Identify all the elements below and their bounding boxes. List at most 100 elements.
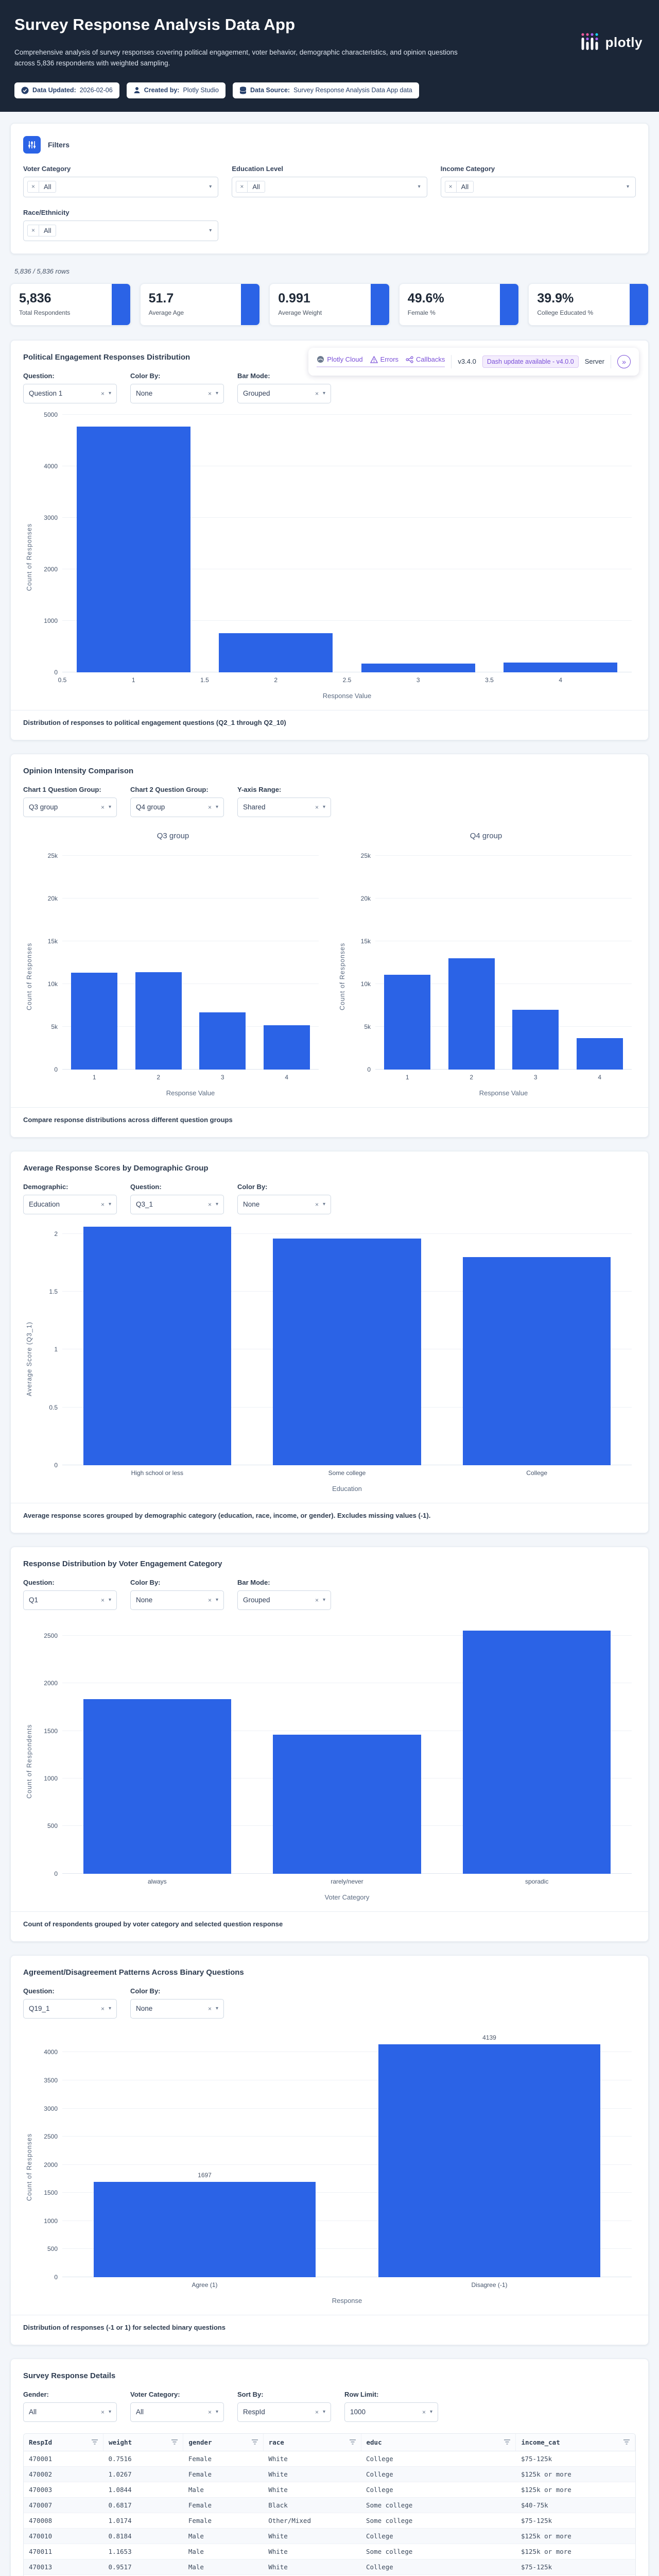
clear-icon[interactable]: × bbox=[422, 2409, 426, 2416]
clear-icon[interactable]: × bbox=[101, 2409, 105, 2416]
filter-dropdown-race-ethnicity[interactable]: × All ▾ bbox=[23, 220, 219, 241]
bar[interactable] bbox=[448, 958, 495, 1070]
dropdown-color-by[interactable]: None × ▾ bbox=[130, 1590, 224, 1610]
filter-dropdown-income-category[interactable]: × All ▾ bbox=[440, 176, 636, 197]
bar[interactable] bbox=[361, 664, 475, 672]
clear-icon[interactable]: × bbox=[208, 1597, 212, 1604]
dropdown-bar-mode[interactable]: Grouped × ▾ bbox=[237, 383, 331, 403]
bar[interactable] bbox=[135, 972, 182, 1070]
chevron-down-icon[interactable]: ▾ bbox=[323, 2409, 325, 2415]
chevron-down-icon[interactable]: ▾ bbox=[216, 2006, 218, 2011]
clear-icon[interactable]: × bbox=[101, 1201, 105, 1208]
chevron-down-icon[interactable]: ▾ bbox=[323, 1201, 325, 1207]
clear-icon[interactable]: × bbox=[208, 1201, 212, 1208]
clear-icon[interactable]: × bbox=[101, 390, 105, 397]
filter-dropdown-education-level[interactable]: × All ▾ bbox=[232, 176, 427, 197]
bar[interactable] bbox=[83, 1227, 232, 1465]
dropdown-color-by[interactable]: None × ▾ bbox=[237, 1194, 331, 1214]
chevron-down-icon[interactable]: ▾ bbox=[430, 2409, 432, 2415]
clear-icon[interactable]: × bbox=[101, 2005, 105, 2012]
plotly-cloud-button[interactable]: Plotly Cloud bbox=[317, 355, 363, 363]
filter-dropdown-voter-category[interactable]: × All ▾ bbox=[23, 176, 219, 197]
chevron-down-icon[interactable]: ▾ bbox=[216, 804, 218, 810]
clear-icon[interactable]: × bbox=[315, 2409, 319, 2416]
clear-icon[interactable]: × bbox=[445, 181, 457, 193]
bar[interactable] bbox=[199, 1012, 246, 1070]
filter-icon[interactable] bbox=[251, 2439, 258, 2445]
dropdown-demographic[interactable]: Education × ▾ bbox=[23, 1194, 117, 1214]
column-header-race[interactable]: race bbox=[263, 2433, 361, 2451]
dropdown-gender[interactable]: All × ▾ bbox=[23, 2402, 117, 2422]
filter-icon[interactable] bbox=[91, 2439, 98, 2445]
bar[interactable] bbox=[512, 1009, 559, 1070]
table-row[interactable]: 470011 1.1653 Male White Some college $125k o… bbox=[24, 2544, 635, 2560]
chevron-down-icon[interactable]: ▾ bbox=[627, 184, 629, 190]
clear-icon[interactable]: × bbox=[208, 2409, 212, 2416]
table-row[interactable]: 470013 0.9517 Male White College $75-125k bbox=[24, 2559, 635, 2575]
column-header-respid[interactable]: RespId bbox=[24, 2433, 103, 2451]
table-row[interactable]: 470007 0.6817 Female Black Some college $40-7… bbox=[24, 2497, 635, 2513]
table-row[interactable]: 470002 1.0267 Female White College $125k or m… bbox=[24, 2466, 635, 2482]
dropdown-sort-by[interactable]: RespId × ▾ bbox=[237, 2402, 331, 2422]
dropdown-question[interactable]: Question 1 × ▾ bbox=[23, 383, 117, 403]
chevron-down-icon[interactable]: ▾ bbox=[109, 2409, 111, 2415]
chevron-down-icon[interactable]: ▾ bbox=[216, 391, 218, 396]
filter-icon[interactable] bbox=[504, 2439, 511, 2445]
clear-icon[interactable]: × bbox=[315, 804, 319, 811]
dropdown-y-axis-range[interactable]: Shared × ▾ bbox=[237, 797, 331, 817]
clear-icon[interactable]: × bbox=[315, 390, 319, 397]
clear-icon[interactable]: × bbox=[208, 2005, 212, 2012]
dash-update-pill[interactable]: Dash update available - v4.0.0 bbox=[482, 355, 579, 368]
chevron-down-icon[interactable]: ▾ bbox=[109, 391, 111, 396]
clear-icon[interactable]: × bbox=[236, 181, 248, 193]
dropdown-bar-mode[interactable]: Grouped × ▾ bbox=[237, 1590, 331, 1610]
errors-button[interactable]: Errors bbox=[370, 355, 398, 363]
chevron-down-icon[interactable]: ▾ bbox=[109, 2006, 111, 2011]
bar[interactable] bbox=[462, 1257, 611, 1465]
clear-icon[interactable]: × bbox=[208, 390, 212, 397]
bar[interactable] bbox=[462, 1631, 611, 1874]
bar[interactable] bbox=[273, 1734, 421, 1874]
chevron-down-icon[interactable]: ▾ bbox=[209, 184, 212, 190]
dropdown-color-by[interactable]: None × ▾ bbox=[130, 383, 224, 403]
table-row[interactable]: 470008 1.0174 Female Other/Mixed Some colleg… bbox=[24, 2513, 635, 2529]
collapse-toolbar-button[interactable]: » bbox=[617, 354, 631, 368]
bar[interactable] bbox=[384, 974, 431, 1070]
chevron-down-icon[interactable]: ▾ bbox=[216, 2409, 218, 2415]
dropdown-voter-category[interactable]: All × ▾ bbox=[130, 2402, 224, 2422]
dropdown-chart-2-question-group[interactable]: Q4 group × ▾ bbox=[130, 797, 224, 817]
bar[interactable] bbox=[504, 662, 618, 672]
dropdown-color-by[interactable]: None × ▾ bbox=[130, 1998, 224, 2019]
dropdown-question[interactable]: Q1 × ▾ bbox=[23, 1590, 117, 1610]
clear-icon[interactable]: × bbox=[315, 1201, 319, 1208]
bar[interactable] bbox=[273, 1238, 421, 1465]
chevron-down-icon[interactable]: ▾ bbox=[418, 184, 421, 190]
clear-icon[interactable]: × bbox=[315, 1597, 319, 1604]
filter-icon[interactable] bbox=[171, 2439, 178, 2445]
column-header-income-cat[interactable]: income_cat bbox=[515, 2433, 635, 2451]
bar[interactable] bbox=[219, 633, 333, 672]
column-header-gender[interactable]: gender bbox=[183, 2433, 264, 2451]
column-header-educ[interactable]: educ bbox=[361, 2433, 516, 2451]
chevron-down-icon[interactable]: ▾ bbox=[109, 804, 111, 810]
table-row[interactable]: 470003 1.0844 Male White College $125k or mor… bbox=[24, 2482, 635, 2498]
filter-icon[interactable] bbox=[349, 2439, 356, 2445]
clear-icon[interactable]: × bbox=[101, 804, 105, 811]
chevron-down-icon[interactable]: ▾ bbox=[323, 1597, 325, 1603]
dropdown-row-limit[interactable]: 1000 × ▾ bbox=[344, 2402, 438, 2422]
table-row[interactable]: 470010 0.8184 Male White College $125k or mor… bbox=[24, 2528, 635, 2544]
column-header-weight[interactable]: weight bbox=[103, 2433, 184, 2451]
clear-icon[interactable]: × bbox=[28, 181, 40, 193]
bar[interactable] bbox=[76, 426, 190, 672]
bar[interactable] bbox=[576, 1038, 623, 1070]
chevron-down-icon[interactable]: ▾ bbox=[323, 391, 325, 396]
bar[interactable] bbox=[263, 1025, 310, 1070]
clear-icon[interactable]: × bbox=[28, 225, 40, 236]
bar[interactable] bbox=[71, 973, 118, 1070]
clear-icon[interactable]: × bbox=[208, 804, 212, 811]
chevron-down-icon[interactable]: ▾ bbox=[323, 804, 325, 810]
bar[interactable] bbox=[93, 2181, 316, 2277]
clear-icon[interactable]: × bbox=[101, 1597, 105, 1604]
chevron-down-icon[interactable]: ▾ bbox=[209, 228, 212, 233]
bar[interactable] bbox=[83, 1699, 232, 1874]
